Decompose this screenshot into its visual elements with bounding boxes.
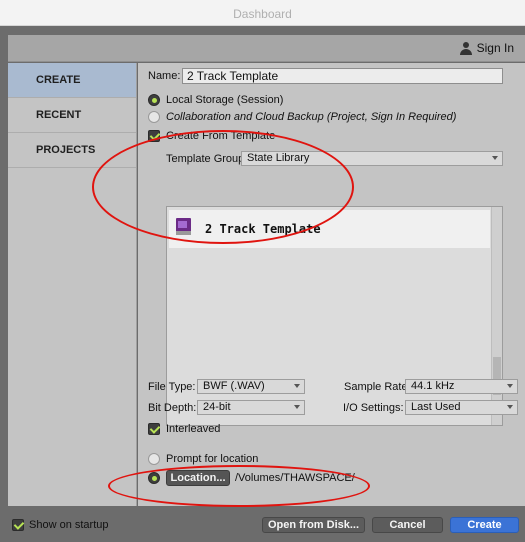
sidebar-item-projects[interactable]: PROJECTS <box>8 133 136 168</box>
dashboard-window: Dashboard Sign In CREATE RECENT PROJECTS… <box>0 0 525 542</box>
chevron-down-icon <box>492 156 498 160</box>
sign-in-button[interactable]: Sign In <box>459 41 514 55</box>
session-name-input[interactable]: 2 Track Template <box>182 68 503 84</box>
bit-depth-label: Bit Depth: <box>148 402 197 414</box>
prompt-for-location-radio[interactable] <box>148 453 160 465</box>
io-settings-label: I/O Settings: <box>343 402 404 414</box>
sample-rate-select[interactable]: 44.1 kHz <box>405 379 518 394</box>
name-label: Name: <box>148 70 181 82</box>
title-bar: Dashboard <box>0 0 525 26</box>
prompt-for-location-label: Prompt for location <box>166 453 259 465</box>
template-group-value: State Library <box>247 152 310 164</box>
sample-rate-value: 44.1 kHz <box>411 380 455 392</box>
file-type-label: File Type: <box>148 381 196 393</box>
chevron-down-icon <box>507 405 513 409</box>
chevron-down-icon <box>294 384 300 388</box>
bit-depth-select[interactable]: 24-bit <box>197 400 305 415</box>
chevron-down-icon <box>507 384 513 388</box>
io-settings-value: Last Used <box>411 401 461 413</box>
local-storage-label: Local Storage (Session) <box>166 94 284 106</box>
header-bar: Sign In <box>8 35 525 62</box>
dashboard-body: Sign In CREATE RECENT PROJECTS Name: 2 T… <box>0 26 525 542</box>
interleaved-checkbox[interactable] <box>148 423 160 435</box>
sidebar-item-create[interactable]: CREATE <box>8 63 136 98</box>
template-group-label: Template Group: <box>166 153 248 165</box>
cloud-backup-label: Collaboration and Cloud Backup (Project,… <box>166 111 457 123</box>
show-on-startup-checkbox[interactable] <box>12 519 24 531</box>
open-from-disk-button[interactable]: Open from Disk... <box>262 517 365 533</box>
sample-rate-label: Sample Rate: <box>344 381 411 393</box>
create-button[interactable]: Create <box>450 517 519 533</box>
sidebar: CREATE RECENT PROJECTS <box>8 63 137 506</box>
file-type-value: BWF (.WAV) <box>203 380 265 392</box>
create-from-template-label: Create From Template <box>166 130 276 142</box>
template-name: 2 Track Template <box>205 222 321 236</box>
show-on-startup-label: Show on startup <box>29 519 109 531</box>
sign-in-label: Sign In <box>476 41 514 55</box>
location-radio[interactable] <box>148 472 160 484</box>
footer-bar: Show on startup Open from Disk... Cancel… <box>0 506 525 542</box>
location-path: /Volumes/THAWSPACE/ <box>235 472 355 484</box>
template-item[interactable]: 2 Track Template <box>169 210 490 248</box>
io-settings-select[interactable]: Last Used <box>405 400 518 415</box>
user-icon <box>459 41 472 55</box>
create-panel: Name: 2 Track Template Local Storage (Se… <box>138 63 525 506</box>
sidebar-item-recent[interactable]: RECENT <box>8 98 136 133</box>
session-template-icon <box>176 218 191 235</box>
bit-depth-value: 24-bit <box>203 401 231 413</box>
window-title: Dashboard <box>233 7 292 21</box>
cancel-button[interactable]: Cancel <box>372 517 443 533</box>
chevron-down-icon <box>294 405 300 409</box>
local-storage-radio[interactable] <box>148 94 160 106</box>
location-button[interactable]: Location... <box>166 470 230 486</box>
create-from-template-checkbox[interactable] <box>148 130 160 142</box>
cloud-backup-radio[interactable] <box>148 111 160 123</box>
template-group-select[interactable]: State Library <box>241 151 503 166</box>
interleaved-label: Interleaved <box>166 423 221 435</box>
file-type-select[interactable]: BWF (.WAV) <box>197 379 305 394</box>
